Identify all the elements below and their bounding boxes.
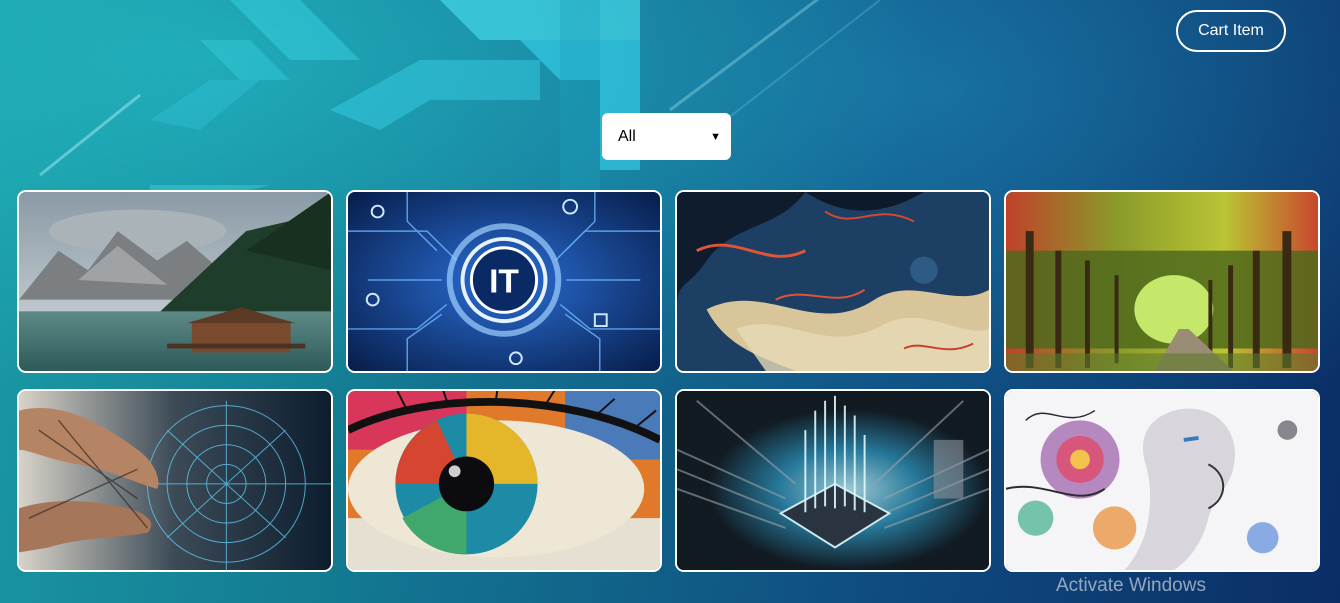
gallery-card-mountain-lake[interactable] xyxy=(17,190,333,373)
mountain-lake-image xyxy=(19,192,331,371)
gallery-card-floral-face-art[interactable] xyxy=(1004,389,1320,572)
page-background: Cart Item All ▼ IT Activate Windows xyxy=(0,0,1340,603)
category-filter-value: All xyxy=(618,127,636,145)
abstract-fluid-image xyxy=(677,192,989,371)
gallery-card-forest-path[interactable] xyxy=(1004,190,1320,373)
svg-text:IT: IT xyxy=(489,264,519,301)
processor-chip-image xyxy=(677,391,989,570)
gallery-card-digital-hands[interactable] xyxy=(17,389,333,572)
gallery-card-it-circuit[interactable]: IT xyxy=(346,190,662,373)
gallery-card-processor-chip[interactable] xyxy=(675,389,991,572)
floral-face-art-image xyxy=(1006,391,1318,570)
cart-item-button[interactable]: Cart Item xyxy=(1176,10,1286,52)
chevron-down-icon: ▼ xyxy=(710,130,721,143)
gallery-card-painted-eye[interactable] xyxy=(346,389,662,572)
gallery-card-abstract-fluid[interactable] xyxy=(675,190,991,373)
image-gallery: IT xyxy=(17,190,1320,572)
digital-hands-image xyxy=(19,391,331,570)
forest-path-image xyxy=(1006,192,1318,371)
category-filter-select[interactable]: All ▼ xyxy=(602,113,731,160)
it-circuit-image: IT xyxy=(348,192,660,371)
painted-eye-image xyxy=(348,391,660,570)
activate-windows-watermark: Activate Windows xyxy=(1056,575,1206,596)
